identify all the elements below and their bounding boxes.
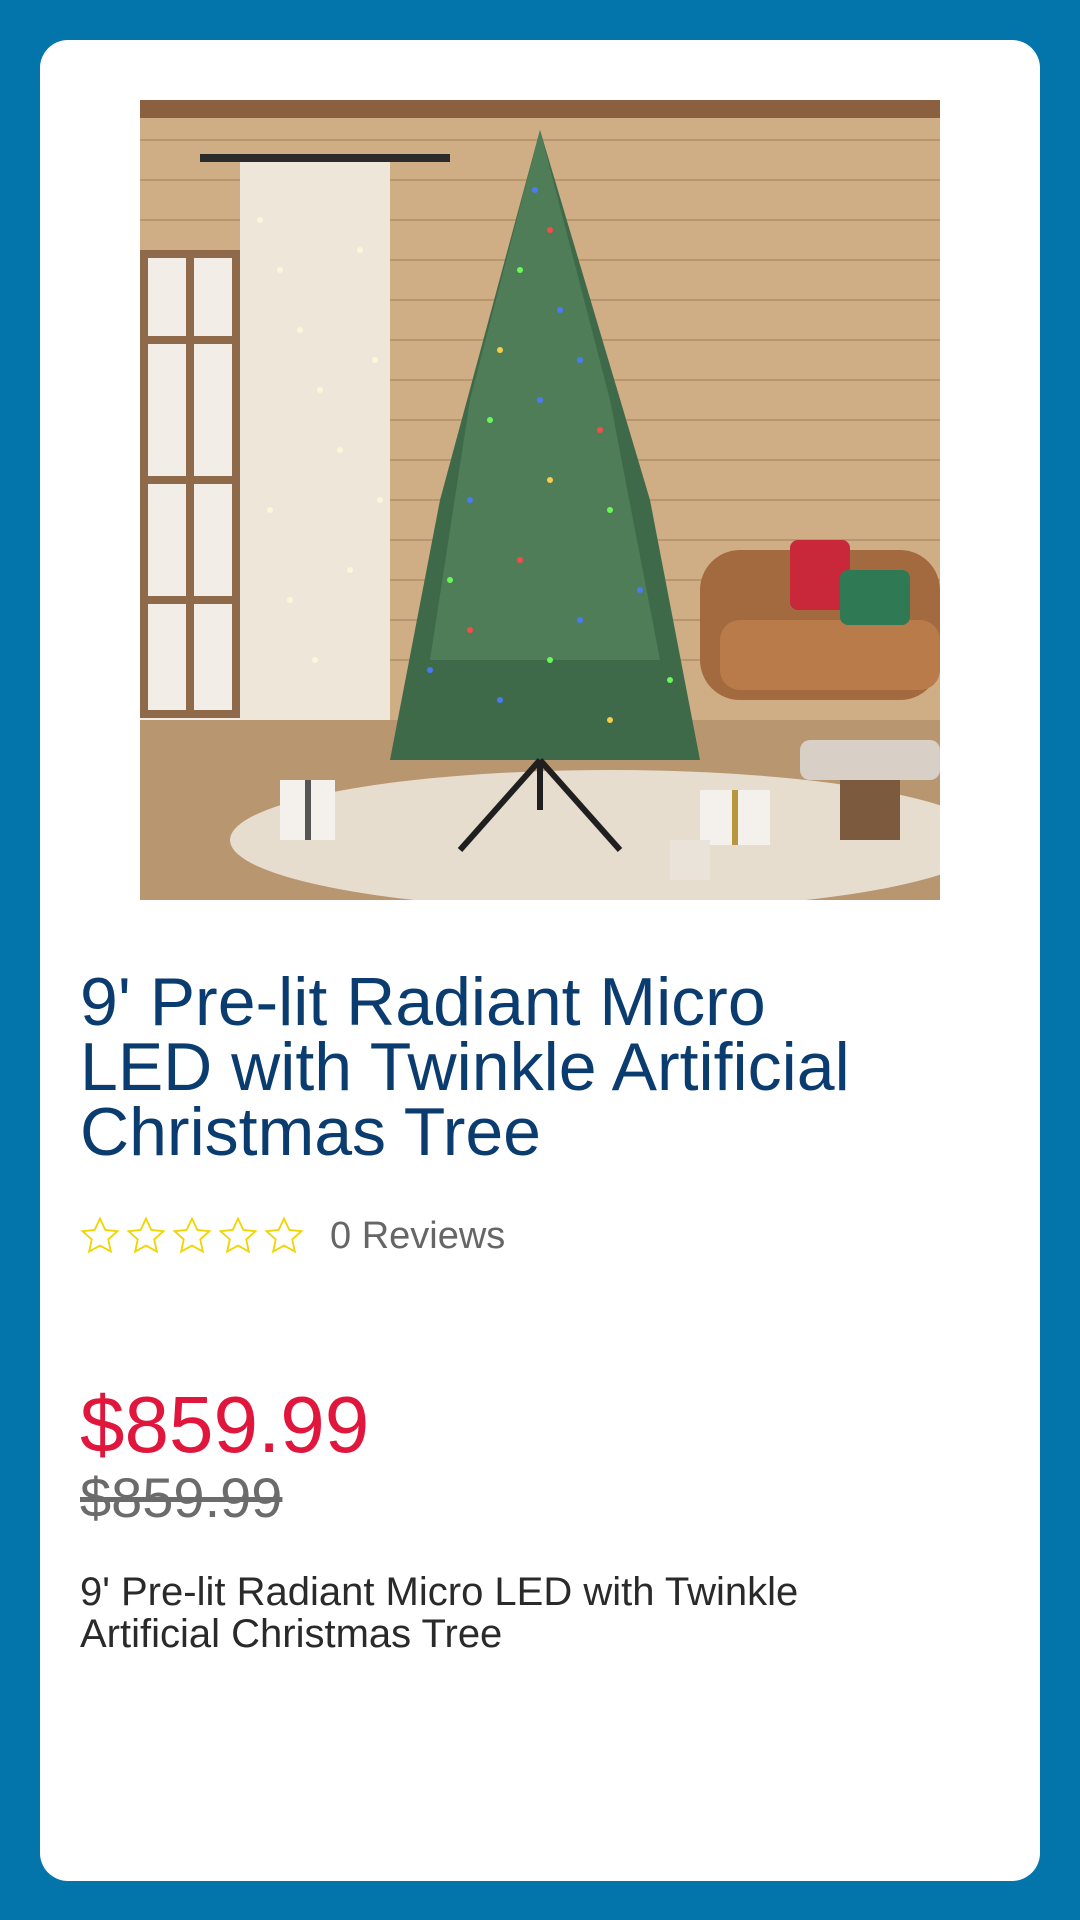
sale-price: $859.99 [80, 1380, 370, 1469]
product-description: 9' Pre-lit Radiant Micro LED with Twinkl… [80, 1570, 799, 1656]
star-outline-icon [216, 1214, 260, 1258]
product-image[interactable] [140, 100, 940, 900]
star-rating [78, 1214, 306, 1258]
rating-row[interactable]: 0 Reviews [78, 1206, 505, 1266]
star-outline-icon [262, 1214, 306, 1258]
product-card[interactable]: 9' Pre-lit Radiant Micro LED with Twinkl… [40, 40, 1040, 1881]
star-outline-icon [170, 1214, 214, 1258]
product-title[interactable]: 9' Pre-lit Radiant Micro LED with Twinkl… [80, 968, 900, 1166]
star-outline-icon [78, 1214, 122, 1258]
christmas-tree-photo-icon [140, 100, 940, 900]
reviews-count[interactable]: 0 Reviews [330, 1215, 505, 1258]
star-outline-icon [124, 1214, 168, 1258]
original-price: $859.99 [80, 1466, 283, 1529]
